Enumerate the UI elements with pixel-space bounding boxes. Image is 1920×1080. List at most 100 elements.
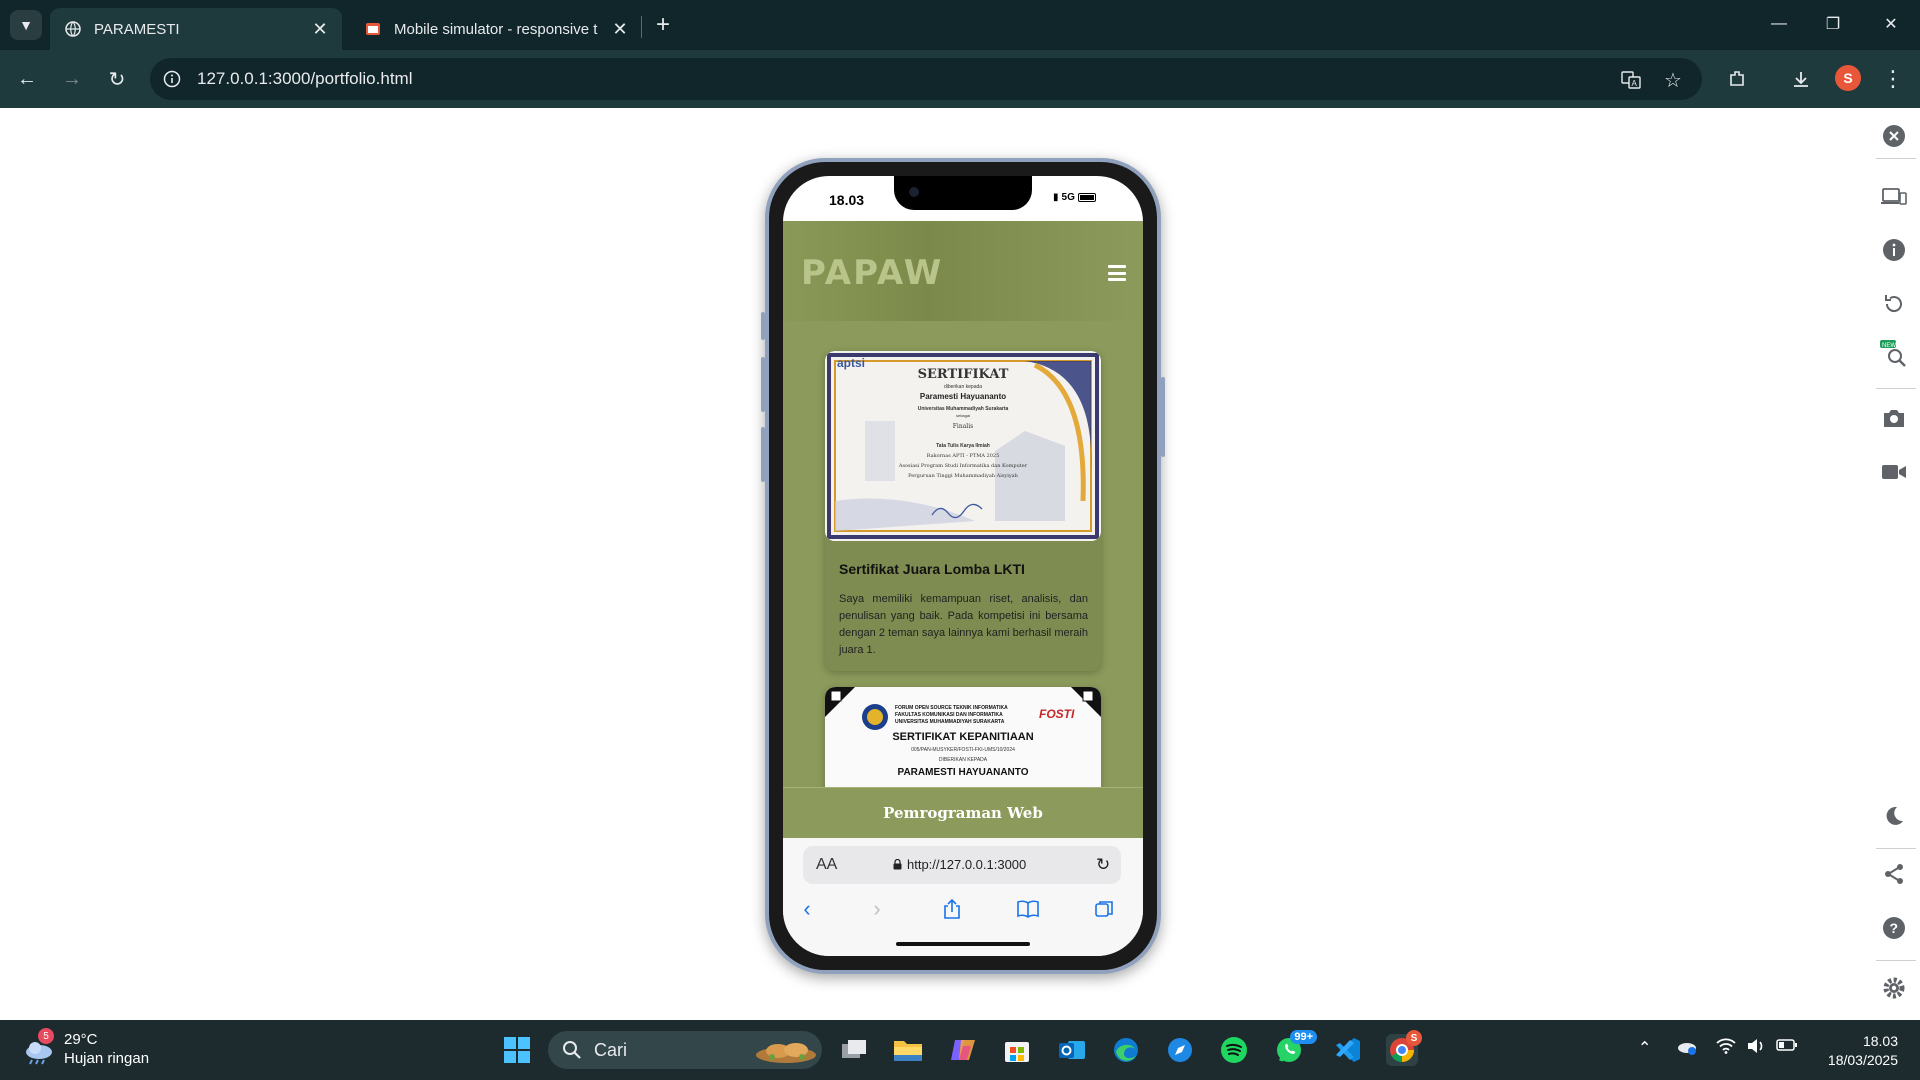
safari-compass-icon[interactable] [1164, 1034, 1196, 1066]
certificate-heading: SERTIFIKAT [917, 367, 1009, 382]
safari-url: http://127.0.0.1:3000 [893, 857, 1026, 872]
back-button[interactable]: ← [12, 64, 42, 94]
portfolio-card[interactable]: aptsi SERTIFIKAT diberikan kepada Parame… [825, 351, 1101, 671]
video-camera-icon[interactable] [1880, 458, 1908, 486]
task-view-icon[interactable] [838, 1034, 870, 1066]
dark-mode-icon[interactable] [1880, 802, 1908, 830]
help-icon[interactable]: ? [1880, 914, 1908, 942]
spotify-icon[interactable] [1218, 1034, 1250, 1066]
taskbar-search[interactable]: Cari [548, 1031, 822, 1069]
browser-tab-bar: ▼ PARAMESTI ✕ Mobile simulator - respons… [0, 0, 1920, 50]
certificate-heading: SERTIFIKAT KEPANITIAAN [892, 731, 1034, 743]
home-indicator [896, 942, 1030, 946]
translate-icon[interactable]: A [1618, 67, 1644, 93]
safari-back-icon[interactable]: ‹ [793, 895, 821, 923]
certificate-given-to: diberikan kepada [943, 384, 983, 390]
profile-avatar[interactable]: S [1835, 65, 1861, 91]
volume-icon[interactable] [1746, 1038, 1766, 1059]
weather-temp: 29°C [64, 1031, 98, 1048]
phone-side-button [761, 427, 765, 482]
certificate-number: 005/PAN-MUSYKER/FOSTI-FKI-UMS/10/2024 [911, 747, 1015, 753]
signal-icon: ▮ [1053, 192, 1059, 203]
site-logo[interactable]: PAPAW [801, 253, 943, 293]
safari-address-bar[interactable]: AA http://127.0.0.1:3000 ↻ [803, 846, 1121, 884]
bookmarks-icon[interactable] [1014, 895, 1042, 923]
more-menu-icon[interactable]: ⋮ [1878, 64, 1908, 94]
site-info-icon[interactable] [160, 67, 184, 91]
address-bar[interactable]: 127.0.0.1:3000/portfolio.html A ☆ [150, 58, 1702, 100]
chevron-up-icon[interactable]: ⌃ [1638, 1038, 1651, 1058]
browser-toolbar: ← → ↻ 127.0.0.1:3000/portfolio.html A ☆ … [0, 50, 1920, 108]
close-icon[interactable]: ✕ [308, 17, 332, 41]
divider [1876, 388, 1916, 389]
close-icon[interactable]: ✕ [608, 17, 632, 41]
system-clock[interactable]: 18.03 18/03/2025 [1810, 1032, 1898, 1070]
windows-start-icon[interactable] [501, 1034, 533, 1066]
search-label: Cari [594, 1039, 628, 1060]
app-footer: Pemrograman Web [783, 787, 1143, 838]
tab-search-button[interactable]: ▼ [10, 10, 42, 40]
minimize-button[interactable]: — [1752, 8, 1806, 40]
onedrive-icon[interactable] [1676, 1038, 1698, 1061]
signature-icon [931, 503, 983, 519]
forward-button[interactable]: → [57, 64, 87, 94]
wifi-icon[interactable] [1716, 1038, 1736, 1059]
certificate-header-line: UNIVERSITAS MUHAMMADIYAH SURAKARTA [895, 719, 1005, 725]
certificate-header-line: FORUM OPEN SOURCE TEKNIK INFORMATIKA [895, 705, 1008, 711]
edge-icon[interactable] [1110, 1034, 1142, 1066]
rotate-icon[interactable] [1880, 290, 1908, 318]
camera-icon[interactable] [1880, 404, 1908, 432]
certificate-recipient: Paramesti Hayuananto [919, 392, 1007, 401]
zoom-new-icon[interactable]: NEW [1880, 340, 1908, 368]
share-icon[interactable] [938, 895, 966, 923]
search-highlight-icon [756, 1043, 816, 1063]
phone-notch [894, 176, 1032, 210]
card-description: Saya memiliki kemampuan riset, analisis,… [839, 593, 1088, 656]
battery-icon [1077, 193, 1096, 202]
phone-frame: 18.03 ▮ 5G PAPAW aptsi SERTIFIKAT diberi… [761, 158, 1165, 974]
search-icon [563, 1041, 581, 1059]
microsoft-store-icon[interactable] [1001, 1034, 1033, 1066]
copilot-icon[interactable] [947, 1034, 979, 1066]
card-title: Sertifikat Juara Lomba LKTI [839, 561, 1025, 577]
close-circle-icon[interactable] [1880, 122, 1908, 150]
svg-text:A: A [1632, 79, 1638, 88]
window-close-button[interactable]: ✕ [1864, 8, 1918, 40]
battery-tray-icon[interactable] [1776, 1038, 1798, 1057]
extensions-icon[interactable] [1722, 64, 1752, 94]
whatsapp-icon[interactable]: 99+ [1273, 1030, 1317, 1066]
restore-button[interactable]: ❐ [1806, 8, 1860, 40]
hamburger-menu-icon[interactable] [1108, 265, 1126, 281]
safari-reload-icon[interactable]: ↻ [1096, 855, 1110, 875]
bookmark-star-icon[interactable]: ☆ [1660, 67, 1686, 93]
file-explorer-icon[interactable] [892, 1034, 924, 1066]
share-nodes-icon[interactable] [1880, 860, 1908, 888]
whatsapp-badge: 99+ [1290, 1030, 1317, 1044]
chevron-down-icon: ▼ [19, 17, 33, 33]
url-text: 127.0.0.1:3000/portfolio.html [197, 69, 413, 88]
divider [1876, 158, 1916, 159]
settings-gear-icon[interactable] [1880, 974, 1908, 1002]
network-label: 5G [1061, 192, 1075, 203]
certificate-organizer: Perguruan Tinggi Muhammadiyah Aisyiyah [908, 473, 1018, 479]
phone-screen: 18.03 ▮ 5G PAPAW aptsi SERTIFIKAT diberi… [783, 176, 1143, 956]
download-icon[interactable] [1786, 64, 1816, 94]
weather-widget[interactable]: 5 29°C Hujan ringan [22, 1028, 149, 1068]
tab-paramesti[interactable]: PARAMESTI ✕ [50, 8, 342, 50]
tab-title: PARAMESTI [94, 20, 180, 38]
outlook-icon[interactable] [1056, 1034, 1088, 1066]
divider [1876, 960, 1916, 961]
safari-forward-icon[interactable]: › [863, 895, 891, 923]
divider [1876, 848, 1916, 849]
reload-button[interactable]: ↻ [102, 64, 132, 94]
chrome-icon[interactable]: S [1386, 1030, 1422, 1066]
vscode-icon[interactable] [1332, 1034, 1364, 1066]
tab-mobile-simulator[interactable]: Mobile simulator - responsive t ✕ [350, 8, 642, 50]
globe-icon [64, 20, 82, 38]
safari-toolbar: AA http://127.0.0.1:3000 ↻ ‹ › [783, 838, 1143, 956]
tabs-icon[interactable] [1090, 895, 1118, 923]
info-icon[interactable] [1880, 236, 1908, 264]
text-size-button[interactable]: AA [816, 856, 837, 874]
devices-icon[interactable] [1880, 183, 1908, 211]
new-tab-button[interactable]: + [650, 11, 676, 38]
